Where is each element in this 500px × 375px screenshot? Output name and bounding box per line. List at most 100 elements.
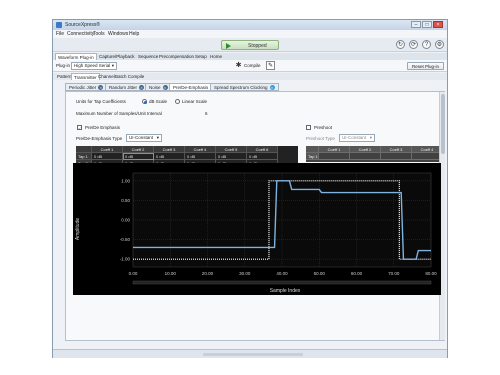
menu-bar: File Connectivity Tools Windows Help	[53, 30, 447, 38]
emphasis-type-select[interactable]: UI-Constant ▾	[126, 134, 162, 142]
minimize-icon[interactable]: –	[411, 21, 421, 28]
close-icon[interactable]: ×	[433, 21, 443, 28]
x-axis-label: Sample Index	[270, 288, 301, 294]
sync-icon[interactable]: ⟳	[409, 40, 418, 49]
impairment-tabs: Periodic Jitter × Random Jitter × Noise × P…	[65, 83, 445, 91]
tab-home[interactable]: Home	[208, 53, 224, 60]
table-cell[interactable]: 0 dB	[92, 153, 123, 160]
menu-tools[interactable]: Tools	[93, 31, 105, 37]
db-scale-radio[interactable]	[142, 99, 147, 104]
table-cell[interactable]	[319, 153, 350, 160]
chart-scroll-strip	[132, 280, 432, 285]
menu-help[interactable]: Help	[129, 31, 139, 37]
chevron-down-icon: ▾	[111, 63, 114, 68]
pre-de-emphasis-checkbox[interactable]: ✓	[77, 125, 82, 131]
sub-tabs: Pattern Transmitter Channel Batch Compil…	[53, 73, 447, 80]
y-tick-label: -1.00	[120, 257, 131, 262]
units-label: Units for Tap Coefficients	[76, 99, 126, 104]
tab-noise-label: Noise	[149, 85, 161, 90]
refresh-icon[interactable]: ↻	[396, 40, 405, 49]
linear-scale-label: Linear Scale	[182, 99, 208, 104]
plugin-select-value: High Speed Serial	[74, 63, 111, 68]
x-tick-label: 70.00	[388, 271, 400, 276]
plugin-select[interactable]: High Speed Serial ▾	[71, 62, 117, 70]
plugin-bar: Plug-in High Speed Serial ▾ ✱ Compile ✎ …	[53, 60, 447, 72]
y-axis-label: Amplitude	[75, 218, 81, 240]
y-tick-label: -0.50	[120, 237, 131, 242]
tab-waveform-plugin[interactable]: Waveform Plug-in	[55, 53, 97, 60]
maximize-icon[interactable]: □	[422, 21, 432, 28]
tab-capture-playback[interactable]: Capture/Playback	[97, 53, 137, 60]
column-header: Coeff 6	[247, 146, 278, 153]
close-icon[interactable]: ×	[269, 85, 275, 91]
table-cell[interactable]: 0 dB	[216, 153, 247, 160]
tab-precompensation[interactable]: Precompensation	[157, 53, 196, 60]
close-icon[interactable]: ×	[162, 85, 168, 91]
emphasis-type-value: UI-Constant	[129, 135, 154, 140]
reset-plugin-button[interactable]: Reset Plug-in	[407, 62, 444, 70]
x-tick-label: 40.00	[276, 271, 288, 276]
tab-batch-compile[interactable]: Batch Compile	[113, 73, 146, 80]
close-icon[interactable]: ×	[98, 85, 104, 91]
x-tick-label: 60.00	[351, 271, 363, 276]
title-bar: SourceXpress® – □ ×	[53, 20, 447, 30]
db-scale-label: dB Scale	[149, 99, 168, 104]
close-icon[interactable]: ×	[139, 85, 145, 91]
column-header: Coeff 1	[92, 146, 123, 153]
scrollbar-thumb[interactable]	[441, 94, 445, 154]
help-icon[interactable]: ?	[422, 40, 431, 49]
y-tick-label: 0.00	[121, 218, 130, 223]
tab-random-jitter[interactable]: Random Jitter ×	[105, 83, 149, 91]
table-cell[interactable]: 0 dB	[154, 153, 185, 160]
compile-figure-icon: ✱	[235, 62, 242, 69]
column-header: Coeff 1	[319, 146, 350, 153]
run-stop-button[interactable]: Stopped	[221, 40, 279, 50]
column-header: Coeff 2	[123, 146, 154, 153]
tab-spread-spectrum-clocking[interactable]: Spread Spectrum Clocking ×	[210, 83, 279, 91]
column-header: Coeff 2	[350, 146, 381, 153]
waveform-preview-chart: Amplitude Sample Index 0.00 10.00 20.00 30.…	[73, 163, 441, 295]
emphasis-type-label: Pre/De-Emphasis Type	[76, 136, 123, 141]
pre-de-emphasis-label: Pre/De Emphasis	[85, 125, 121, 130]
run-state-label: Stopped	[248, 43, 267, 49]
table-cell[interactable]: 0 dB	[123, 153, 154, 160]
tab-setup[interactable]: Setup	[193, 53, 209, 60]
table-cell[interactable]	[350, 153, 381, 160]
x-tick-label: 50.00	[314, 271, 326, 276]
menu-windows[interactable]: Windows	[108, 31, 128, 37]
plugin-label: Plug-in	[56, 63, 71, 68]
horizontal-scrollbar[interactable]	[203, 353, 303, 356]
preshoot-type-value: UI-Constant	[342, 135, 367, 140]
chevron-down-icon: ▾	[369, 135, 372, 140]
ribbon-tabs: Waveform Plug-in Capture/Playback Sequen…	[53, 53, 447, 60]
preshoot-table: Coeff 1 Coeff 2 Coeff 3 Coeff 4 Tap 1	[306, 146, 443, 162]
tab-noise[interactable]: Noise ×	[145, 83, 172, 91]
menu-file[interactable]: File	[56, 31, 64, 37]
column-header: Coeff 3	[154, 146, 185, 153]
tab-periodic-jitter[interactable]: Periodic Jitter ×	[65, 83, 108, 91]
settings-icon[interactable]: ⚙	[435, 40, 444, 49]
preshoot-checkbox[interactable]	[306, 125, 311, 130]
status-bar	[53, 349, 447, 358]
table-cell[interactable]: 0 dB	[185, 153, 216, 160]
column-header: Coeff 3	[381, 146, 412, 153]
compile-tool-icon[interactable]: ✎	[266, 61, 275, 70]
menu-connectivity[interactable]: Connectivity	[67, 31, 94, 37]
column-header: Coeff 4	[185, 146, 216, 153]
row-header: Tap 1	[76, 153, 92, 160]
table-cell[interactable]: 0 dB	[247, 153, 278, 160]
linear-scale-radio[interactable]	[175, 99, 180, 104]
app-window: SourceXpress® – □ × File Connectivity To…	[52, 19, 448, 358]
tab-pre-de-emphasis-label: Pre/De-Emphasis	[173, 85, 209, 90]
table-cell[interactable]	[381, 153, 412, 160]
tab-random-jitter-label: Random Jitter	[109, 85, 138, 90]
column-header: Coeff 5	[216, 146, 247, 153]
preshoot-label: Preshoot	[314, 125, 333, 130]
column-header	[76, 146, 92, 153]
max-samples-value: 6	[205, 111, 208, 116]
x-tick-label: 20.00	[202, 271, 214, 276]
compile-label[interactable]: Compile	[244, 63, 261, 68]
preshoot-type-select[interactable]: UI-Constant ▾	[339, 134, 375, 142]
y-tick-label: 1.00	[121, 178, 130, 183]
x-tick-label: 0.00	[129, 271, 138, 276]
